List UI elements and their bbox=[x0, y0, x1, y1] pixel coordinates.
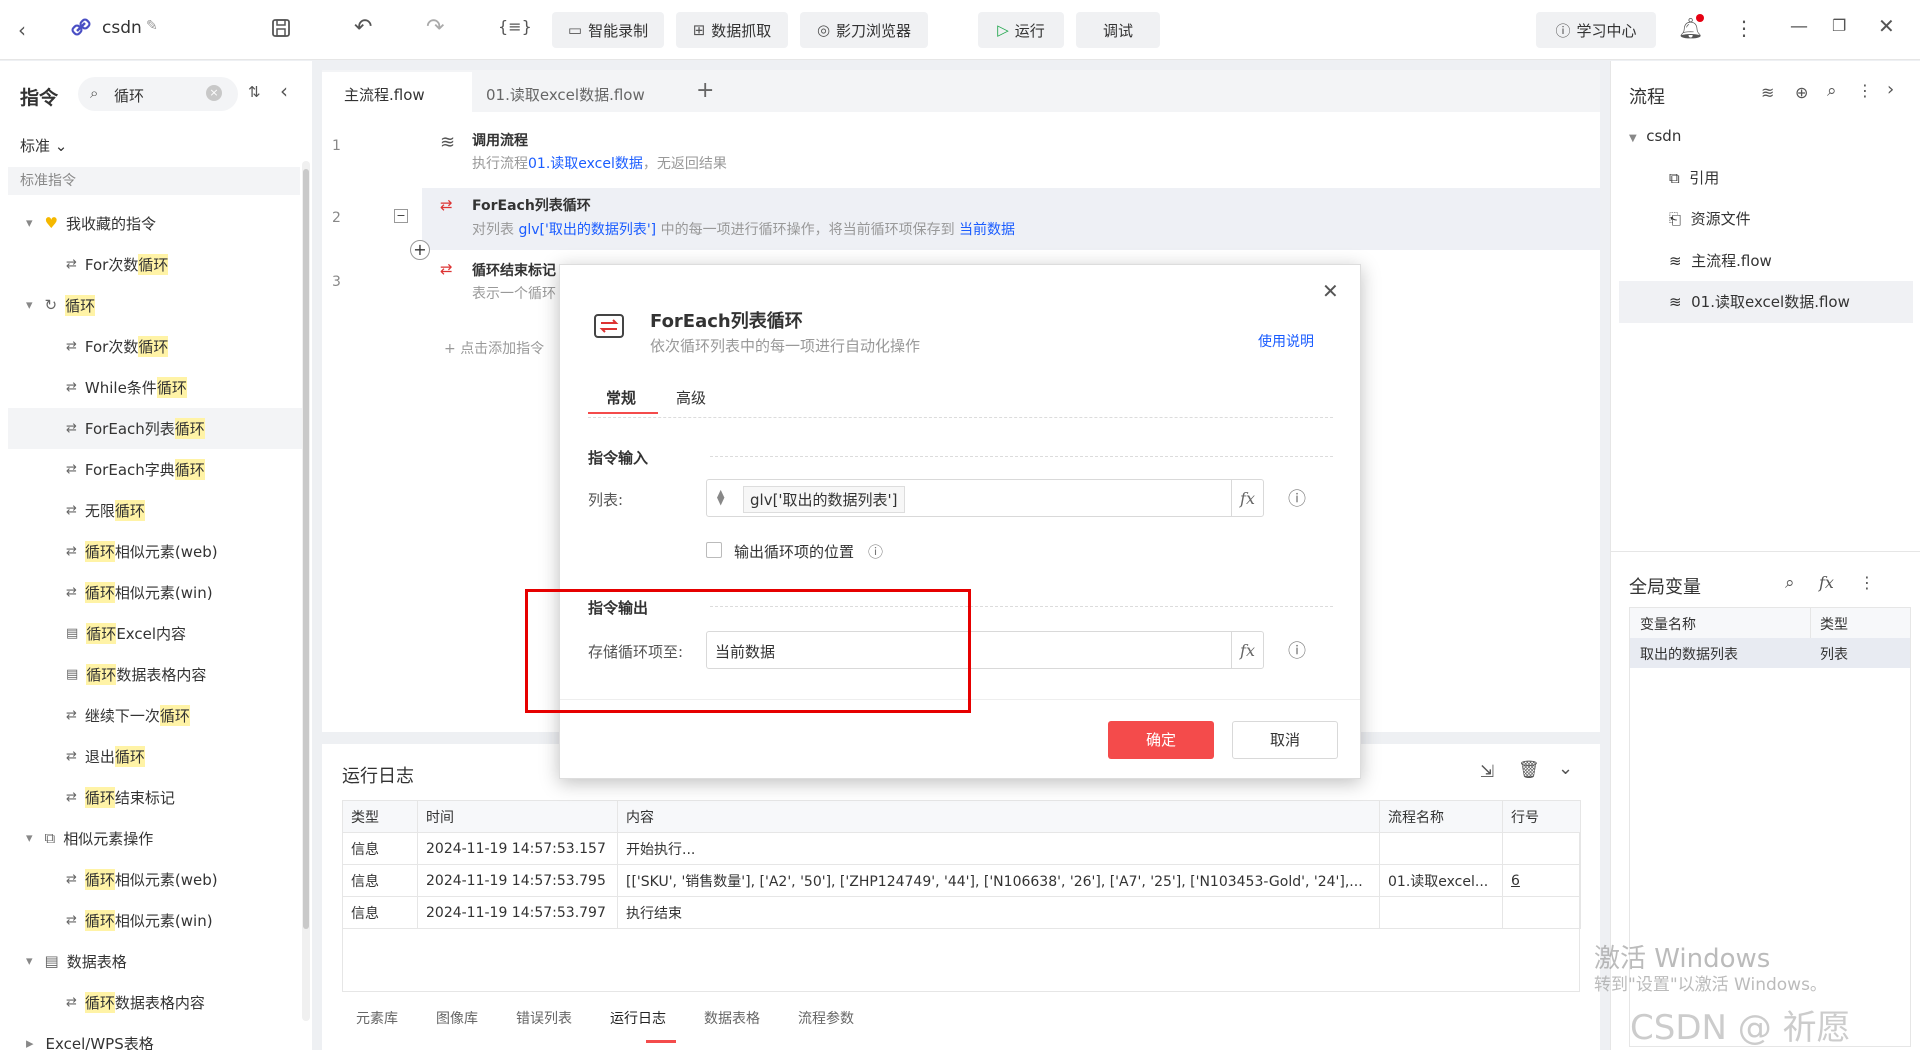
list-input[interactable]: ⧫ glv['取出的数据列表'] fx bbox=[706, 479, 1264, 517]
dialog-title: ForEach列表循环 bbox=[650, 311, 803, 332]
list-label: 列表: bbox=[588, 491, 624, 509]
info-icon[interactable]: ⓘ bbox=[1288, 637, 1306, 663]
loop-icon bbox=[592, 309, 626, 343]
info-icon[interactable]: ⓘ bbox=[1288, 485, 1306, 511]
annotation-highlight-box bbox=[525, 589, 971, 713]
dialog-subtitle: 依次循环列表中的每一项进行自动化操作 bbox=[650, 337, 921, 355]
help-link[interactable]: 使用说明 bbox=[1258, 331, 1314, 351]
input-section-title: 指令输入 bbox=[588, 449, 649, 467]
divider bbox=[588, 417, 1333, 418]
tab-general[interactable]: 常规 bbox=[606, 387, 636, 408]
checkbox-label: 输出循环项的位置 bbox=[734, 543, 855, 561]
output-position-checkbox[interactable] bbox=[706, 542, 722, 558]
modal-overlay: ✕ ForEach列表循环 依次循环列表中的每一项进行自动化操作 使用说明 常规… bbox=[0, 0, 1920, 1050]
info-icon[interactable]: ⓘ bbox=[868, 541, 883, 562]
fx-button[interactable]: fx bbox=[1231, 480, 1263, 516]
close-icon[interactable]: ✕ bbox=[1322, 279, 1339, 303]
cancel-button[interactable]: 取消 bbox=[1232, 721, 1338, 759]
confirm-button[interactable]: 确定 bbox=[1108, 721, 1214, 759]
active-tab-indicator bbox=[588, 412, 658, 414]
divider bbox=[710, 456, 1333, 457]
list-value-tag: glv['取出的数据列表'] bbox=[743, 486, 905, 513]
fx-button[interactable]: fx bbox=[1231, 632, 1263, 668]
python-icon: ⧫ bbox=[717, 488, 725, 506]
tab-advanced[interactable]: 高级 bbox=[676, 387, 706, 408]
